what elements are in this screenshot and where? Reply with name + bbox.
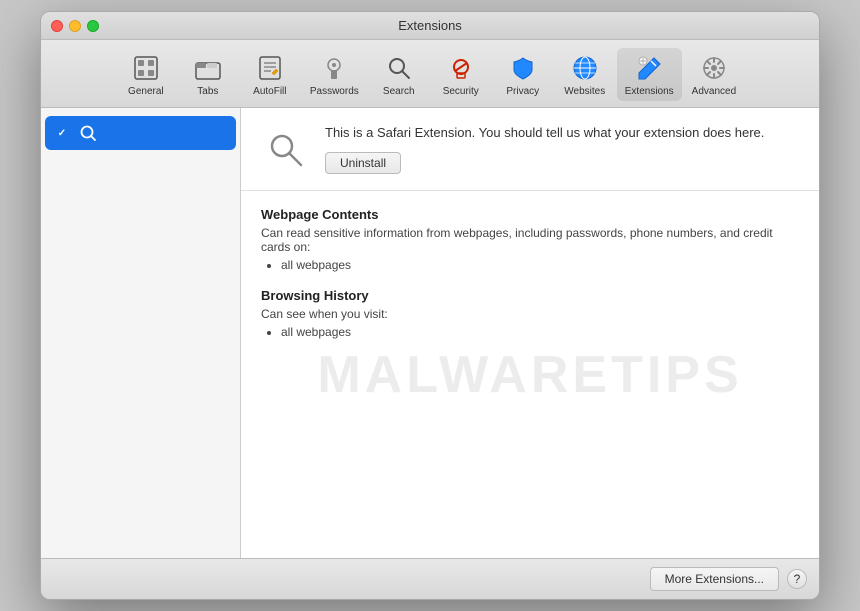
permissions-area: MALWARETIPS Webpage Contents Can read se… [241, 191, 819, 558]
websites-icon [569, 52, 601, 84]
websites-label: Websites [564, 86, 605, 97]
permission-title-history: Browsing History [261, 288, 799, 303]
passwords-icon [318, 52, 350, 84]
extension-description: This is a Safari Extension. You should t… [325, 124, 799, 142]
advanced-label: Advanced [692, 86, 736, 97]
security-label: Security [443, 86, 479, 97]
toolbar-item-search[interactable]: Search [369, 48, 429, 101]
permission-section-webpage: Webpage Contents Can read sensitive info… [261, 207, 799, 272]
extension-info: This is a Safari Extension. You should t… [325, 124, 799, 174]
permission-list-history: all webpages [261, 325, 799, 339]
toolbar-item-extensions[interactable]: Extensions [617, 48, 682, 101]
privacy-icon [507, 52, 539, 84]
extensions-label: Extensions [625, 86, 674, 97]
security-icon [445, 52, 477, 84]
extension-header: This is a Safari Extension. You should t… [241, 108, 819, 191]
sidebar-search-icon [77, 122, 99, 144]
permission-title-webpage: Webpage Contents [261, 207, 799, 222]
privacy-label: Privacy [506, 86, 539, 97]
maximize-button[interactable] [87, 20, 99, 32]
safari-window: Extensions General [40, 11, 820, 600]
extension-icon [261, 125, 309, 173]
toolbar: General Tabs [41, 40, 819, 108]
toolbar-item-tabs[interactable]: Tabs [178, 48, 238, 101]
autofill-label: AutoFill [253, 86, 286, 97]
sidebar [41, 108, 241, 558]
permission-list-item: all webpages [281, 325, 799, 339]
toolbar-item-advanced[interactable]: Advanced [684, 48, 744, 101]
more-extensions-button[interactable]: More Extensions... [650, 567, 779, 591]
uninstall-button[interactable]: Uninstall [325, 152, 401, 174]
window-title: Extensions [398, 18, 462, 33]
traffic-lights [51, 20, 99, 32]
search-label: Search [383, 86, 415, 97]
tabs-label: Tabs [197, 86, 218, 97]
general-icon [130, 52, 162, 84]
search-icon [383, 52, 415, 84]
toolbar-item-general[interactable]: General [116, 48, 176, 101]
footer: More Extensions... ? [41, 558, 819, 599]
watermark: MALWARETIPS [317, 345, 742, 405]
advanced-icon [698, 52, 730, 84]
close-button[interactable] [51, 20, 63, 32]
content-area: This is a Safari Extension. You should t… [41, 108, 819, 558]
permission-section-history: Browsing History Can see when you visit:… [261, 288, 799, 339]
toolbar-item-security[interactable]: Security [431, 48, 491, 101]
general-label: General [128, 86, 164, 97]
titlebar: Extensions [41, 12, 819, 40]
help-button[interactable]: ? [787, 569, 807, 589]
permission-desc-webpage: Can read sensitive information from webp… [261, 226, 799, 254]
permission-desc-history: Can see when you visit: [261, 307, 799, 321]
permission-list-webpage: all webpages [261, 258, 799, 272]
tabs-icon [192, 52, 224, 84]
toolbar-item-passwords[interactable]: Passwords [302, 48, 367, 101]
permissions-content: Webpage Contents Can read sensitive info… [261, 207, 799, 339]
toolbar-item-websites[interactable]: Websites [555, 48, 615, 101]
minimize-button[interactable] [69, 20, 81, 32]
toolbar-item-autofill[interactable]: AutoFill [240, 48, 300, 101]
extension-checkbox[interactable] [55, 126, 69, 140]
extensions-icon [633, 52, 665, 84]
permission-list-item: all webpages [281, 258, 799, 272]
toolbar-item-privacy[interactable]: Privacy [493, 48, 553, 101]
sidebar-item-search[interactable] [45, 116, 236, 150]
passwords-label: Passwords [310, 86, 359, 97]
main-panel: This is a Safari Extension. You should t… [241, 108, 819, 558]
toolbar-items: General Tabs [116, 48, 744, 101]
autofill-icon [254, 52, 286, 84]
